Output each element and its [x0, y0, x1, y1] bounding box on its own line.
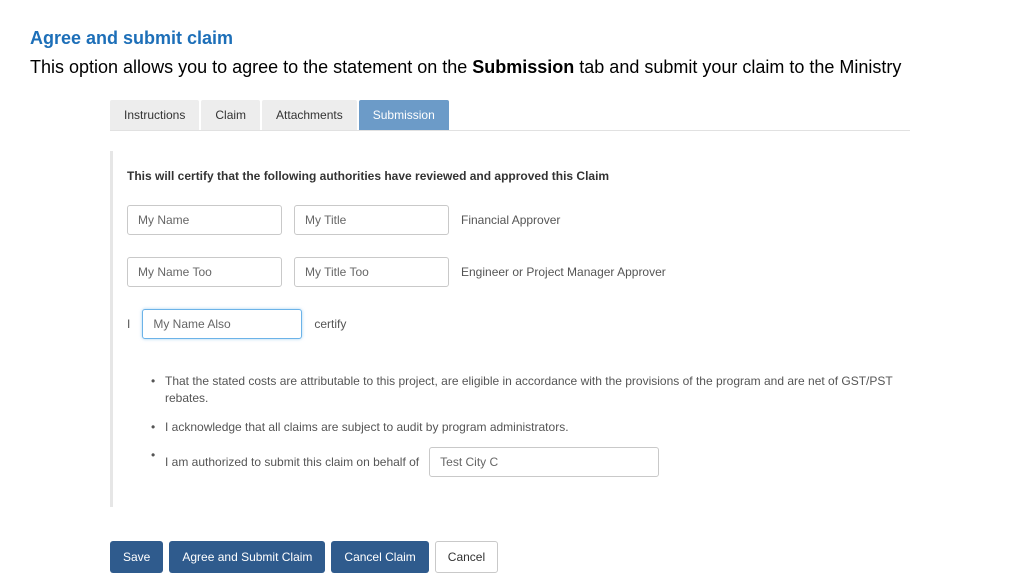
- certify-suffix: certify: [314, 317, 346, 331]
- bullet-authorized: I am authorized to submit this claim on …: [151, 447, 910, 477]
- engineer-approver-role-label: Engineer or Project Manager Approver: [461, 265, 666, 279]
- engineer-approver-title-input[interactable]: My Title Too: [294, 257, 449, 287]
- form-screenshot: Instructions Claim Attachments Submissio…: [110, 100, 910, 573]
- authorized-label: I am authorized to submit this claim on …: [165, 454, 419, 471]
- agree-submit-button[interactable]: Agree and Submit Claim: [169, 541, 325, 573]
- submission-panel: This will certify that the following aut…: [110, 151, 910, 507]
- engineer-approver-row: My Name Too My Title Too Engineer or Pro…: [127, 257, 910, 287]
- section-heading: Agree and submit claim: [30, 28, 994, 49]
- financial-approver-role-label: Financial Approver: [461, 213, 560, 227]
- subheading-pre: This option allows you to agree to the s…: [30, 57, 472, 77]
- cancel-button[interactable]: Cancel: [435, 541, 498, 573]
- financial-approver-row: My Name My Title Financial Approver: [127, 205, 910, 235]
- tab-instructions[interactable]: Instructions: [110, 100, 199, 130]
- section-subheading: This option allows you to agree to the s…: [30, 57, 994, 78]
- bullet-audit: I acknowledge that all claims are subjec…: [151, 419, 910, 436]
- tab-submission[interactable]: Submission: [359, 100, 449, 130]
- financial-approver-title-input[interactable]: My Title: [294, 205, 449, 235]
- certify-prefix: I: [127, 317, 130, 331]
- certify-intro: This will certify that the following aut…: [127, 169, 910, 183]
- certify-row: I My Name Also certify: [127, 309, 910, 339]
- tab-attachments[interactable]: Attachments: [262, 100, 357, 130]
- tab-claim[interactable]: Claim: [201, 100, 260, 130]
- bullet-costs: That the stated costs are attributable t…: [151, 373, 910, 407]
- certification-bullets: That the stated costs are attributable t…: [151, 373, 910, 477]
- subheading-post: tab and submit your claim to the Ministr…: [574, 57, 901, 77]
- tab-bar: Instructions Claim Attachments Submissio…: [110, 100, 910, 131]
- action-buttons: Save Agree and Submit Claim Cancel Claim…: [110, 541, 910, 573]
- engineer-approver-name-input[interactable]: My Name Too: [127, 257, 282, 287]
- organization-input[interactable]: Test City C: [429, 447, 659, 477]
- certifier-name-input[interactable]: My Name Also: [142, 309, 302, 339]
- financial-approver-name-input[interactable]: My Name: [127, 205, 282, 235]
- subheading-bold: Submission: [472, 57, 574, 77]
- save-button[interactable]: Save: [110, 541, 163, 573]
- cancel-claim-button[interactable]: Cancel Claim: [331, 541, 428, 573]
